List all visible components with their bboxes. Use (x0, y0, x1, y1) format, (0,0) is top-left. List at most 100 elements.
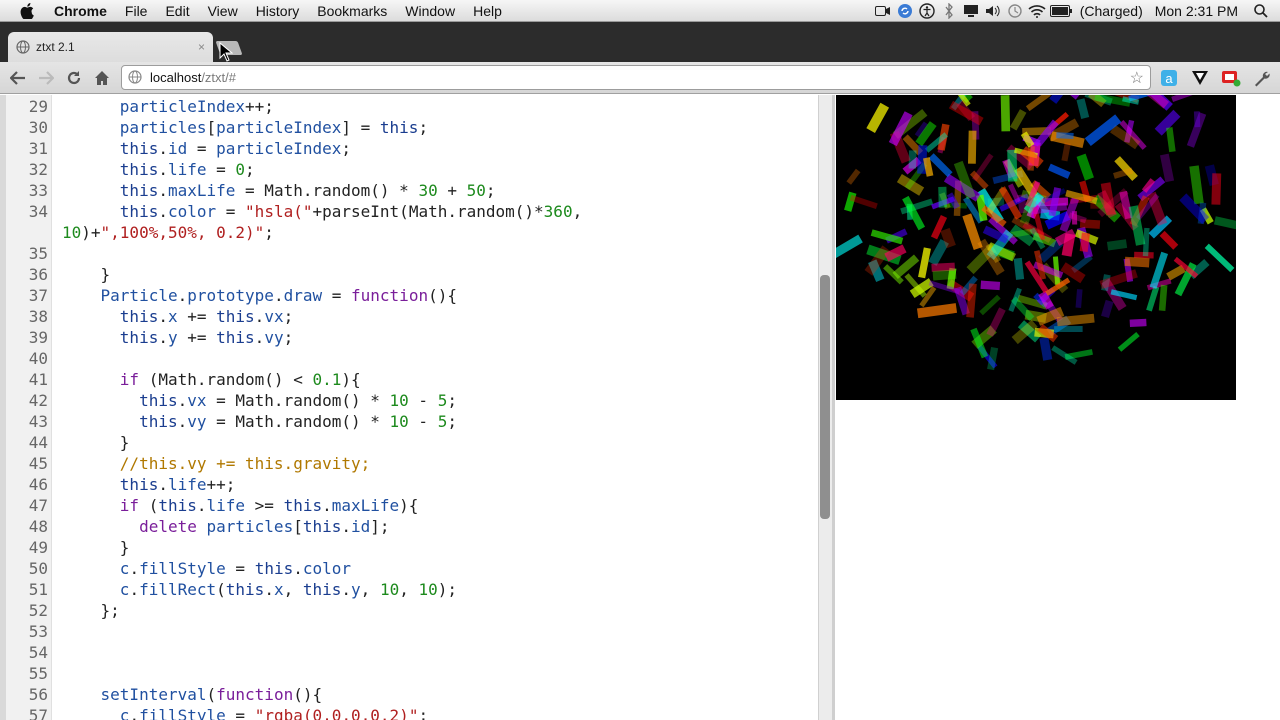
code-token: ; (418, 118, 429, 137)
line-number: 52 (28, 601, 48, 620)
code-line: 33 this.maxLife = Math.random() * 30 + 5… (6, 180, 818, 201)
code-line: 34 this.color = "hsla("+parseInt(Math.ra… (6, 201, 818, 222)
code-token: this (158, 496, 197, 515)
code-token: vy (264, 328, 284, 347)
particle-canvas[interactable] (826, 25, 1243, 400)
wifi-icon[interactable] (1026, 0, 1048, 22)
particle (1075, 289, 1083, 308)
menu-help[interactable]: Help (464, 0, 511, 22)
code-editor[interactable]: 29 particleIndex++; 30 particles[particle… (6, 95, 818, 720)
code-line: 39 this.y += this.vy; (6, 327, 818, 348)
accessibility-icon[interactable] (916, 0, 938, 22)
globe-icon (16, 40, 30, 54)
code-line: 30 particles[particleIndex] = this; (6, 117, 818, 138)
menu-window[interactable]: Window (396, 0, 464, 22)
app-menu[interactable]: Chrome (48, 0, 116, 22)
pane-divider[interactable] (832, 95, 835, 720)
code-token: , (399, 580, 419, 599)
code-token: = (322, 286, 352, 305)
sync-icon[interactable] (894, 0, 916, 22)
code-token: color (302, 559, 352, 578)
line-number: 46 (28, 475, 48, 494)
extension-v-icon[interactable] (1189, 67, 1211, 89)
code-token: particles (62, 118, 207, 137)
particle (1124, 256, 1150, 268)
battery-icon[interactable] (1048, 0, 1074, 22)
home-button[interactable] (88, 64, 116, 92)
wrench-menu-icon[interactable] (1251, 67, 1273, 89)
code-token: setInterval (62, 685, 207, 704)
display-icon[interactable] (960, 0, 982, 22)
browser-toolbar: localhost/ztxt/# ☆ a (0, 62, 1280, 94)
code-token: ( (139, 496, 159, 515)
code-line: 10)+",100%,50%, 0.2)"; (6, 222, 818, 243)
time-machine-icon[interactable] (1004, 0, 1026, 22)
volume-icon[interactable] (982, 0, 1004, 22)
particle (1211, 173, 1222, 205)
code-token: (){ (293, 685, 323, 704)
camera-icon[interactable] (872, 0, 894, 22)
line-number: 39 (28, 328, 48, 347)
code-token: [ (293, 517, 303, 536)
particle (917, 144, 928, 174)
particle (1019, 195, 1038, 225)
bookmark-star-icon[interactable]: ☆ (1130, 68, 1144, 88)
code-token: vy (187, 412, 207, 431)
apple-menu-icon[interactable] (18, 2, 36, 20)
menu-bookmarks[interactable]: Bookmarks (308, 0, 396, 22)
line-number: 31 (28, 139, 48, 158)
line-number: 57 (28, 706, 48, 720)
bluetooth-icon[interactable] (938, 0, 960, 22)
particle (987, 347, 999, 371)
particle (928, 238, 949, 266)
particle (968, 130, 977, 164)
back-button[interactable] (4, 64, 32, 92)
menu-history[interactable]: History (247, 0, 309, 22)
particle (1166, 127, 1176, 153)
code-token: = Math.random() * (206, 412, 390, 431)
code-token: . (341, 517, 352, 536)
particle (940, 227, 956, 249)
extension-a-icon[interactable]: a (1158, 67, 1180, 89)
code-line: 56 setInterval(function(){ (6, 684, 818, 705)
code-token: = (187, 139, 217, 158)
address-bar[interactable]: localhost/ztxt/# ☆ (121, 65, 1151, 90)
code-token: fillRect (139, 580, 217, 599)
code-text: this.life = 0; (62, 159, 255, 180)
code-token: ; (245, 160, 255, 179)
line-number: 53 (28, 622, 48, 641)
status-tray: (Charged) Mon 2:31 PM (872, 0, 1280, 22)
clock[interactable]: Mon 2:31 PM (1149, 3, 1244, 19)
code-line: 51 c.fillRect(this.x, this.y, 10, 10); (6, 579, 818, 600)
particle (923, 157, 934, 177)
menu-edit[interactable]: Edit (156, 0, 198, 22)
code-token: ; (264, 223, 274, 242)
code-token: . (129, 580, 140, 599)
code-token: Particle (62, 286, 178, 305)
page-info-icon[interactable] (128, 69, 144, 86)
code-token: this (62, 160, 159, 179)
menu-file[interactable]: File (116, 0, 157, 22)
particle (1047, 163, 1071, 179)
forward-arrow-icon (39, 70, 54, 85)
reload-button[interactable] (60, 64, 88, 92)
code-token: . (322, 496, 332, 515)
code-text: this.y += this.vy; (62, 327, 293, 348)
code-token: 30 (418, 181, 438, 200)
particle (1154, 109, 1181, 136)
code-token: , (572, 202, 583, 221)
code-token: draw (283, 286, 323, 305)
code-token: } (62, 265, 111, 284)
particle (1048, 187, 1062, 217)
forward-button[interactable] (32, 64, 60, 92)
tab-ztxt[interactable]: ztxt 2.1 × (8, 32, 213, 62)
spotlight-search-icon[interactable] (1250, 0, 1272, 22)
particle (1113, 167, 1134, 179)
extension-red-icon[interactable] (1220, 67, 1242, 89)
editor-scrollbar-thumb[interactable] (820, 275, 830, 519)
particle (1142, 227, 1150, 257)
tab-close-icon[interactable]: × (198, 40, 205, 54)
code-token: += (177, 307, 217, 326)
code-token: fillStyle (139, 559, 226, 578)
menu-view[interactable]: View (199, 0, 247, 22)
